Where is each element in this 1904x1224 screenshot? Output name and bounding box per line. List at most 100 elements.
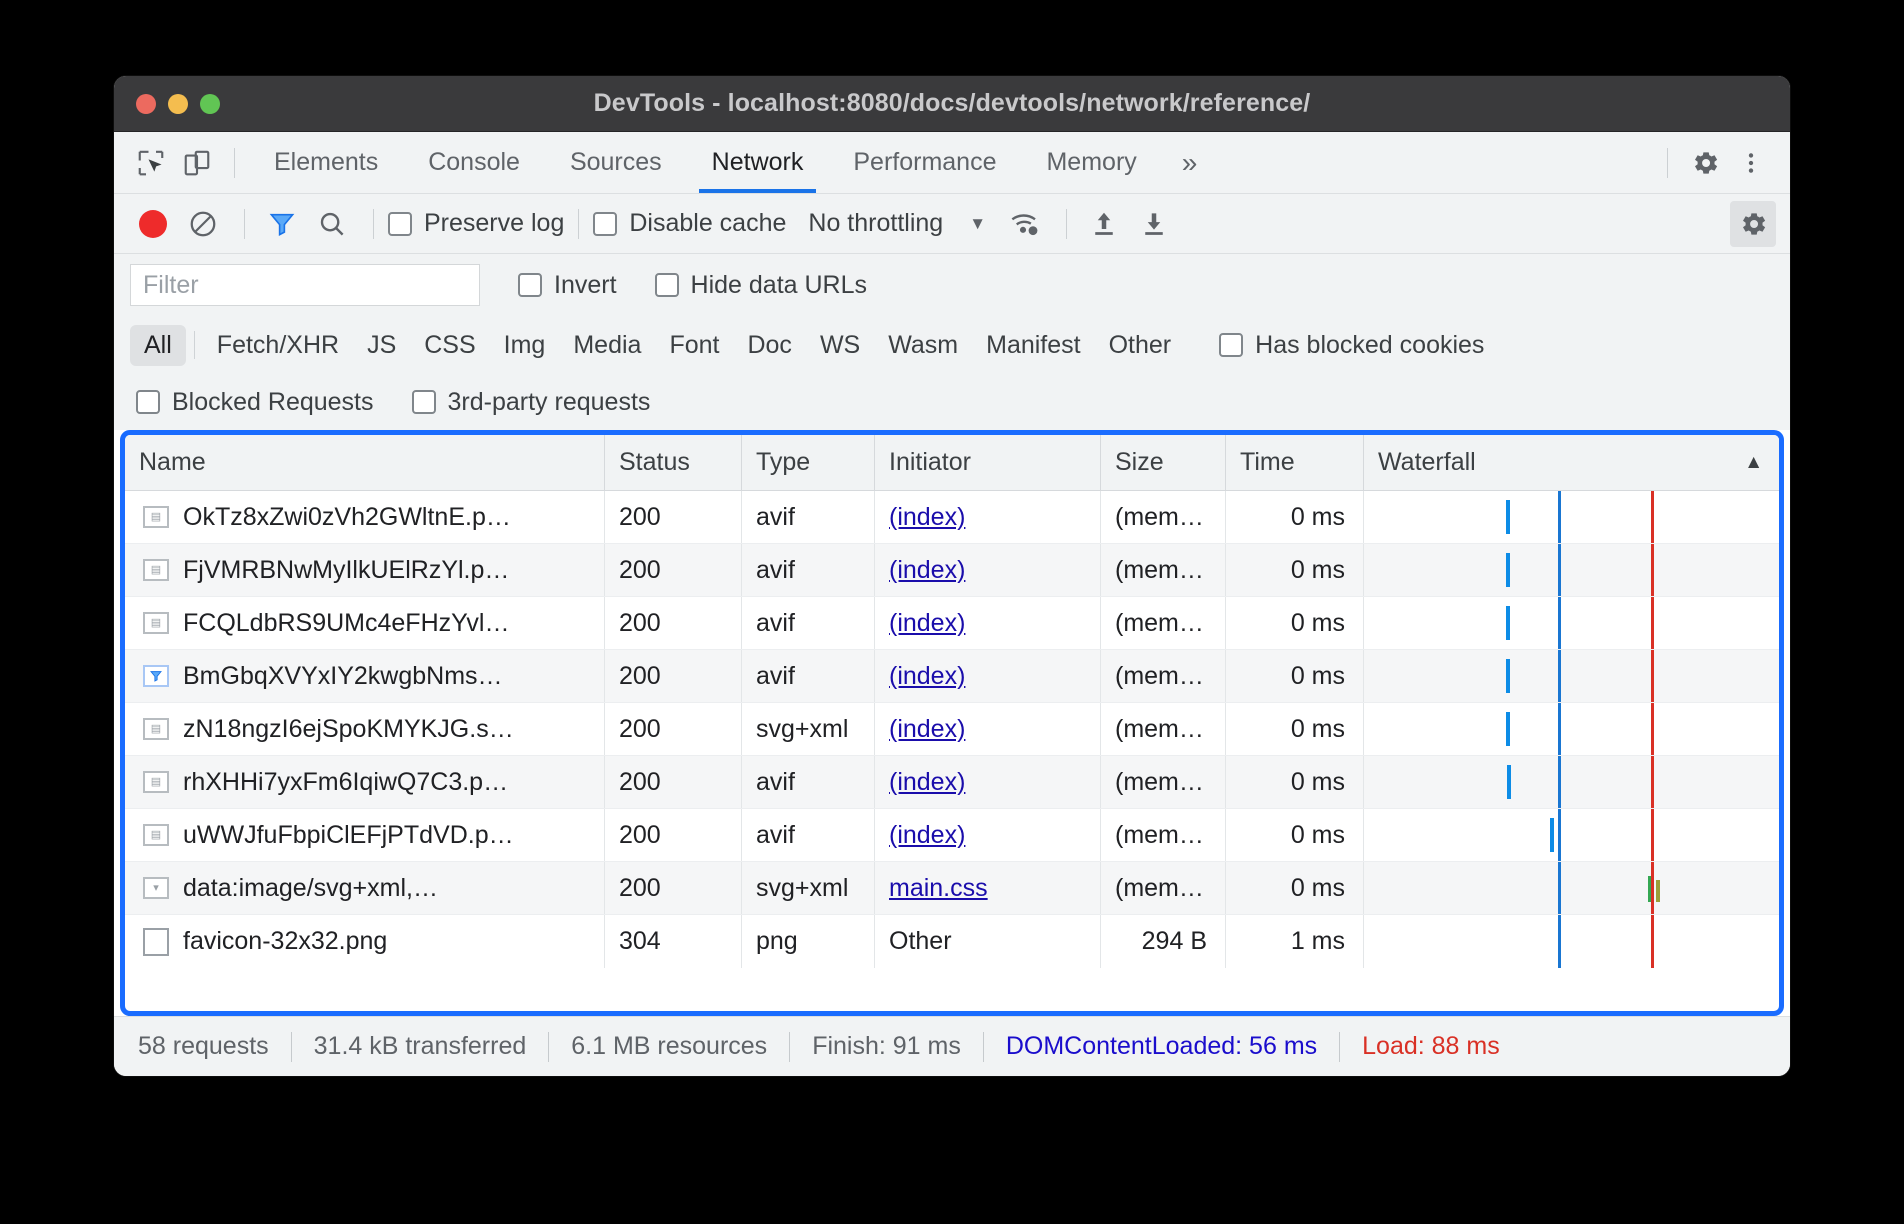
type-filter-ws[interactable]: WS — [806, 325, 874, 366]
more-vertical-icon[interactable] — [1728, 140, 1774, 186]
table-row[interactable]: ▤ rhXHHi7yxFm6IqiwQ7C3.p… 200 avif (inde… — [125, 756, 1779, 809]
type-filter-doc[interactable]: Doc — [733, 325, 805, 366]
cell-name[interactable]: ▾ data:image/svg+xml,… — [125, 862, 605, 914]
cell-name[interactable]: ▤ OkTz8xZwi0zVh2GWltnE.p… — [125, 491, 605, 543]
type-filter-all[interactable]: All — [130, 325, 186, 366]
cell-name[interactable]: ▤ rhXHHi7yxFm6IqiwQ7C3.p… — [125, 756, 605, 808]
close-window-button[interactable] — [136, 94, 156, 114]
clear-icon[interactable] — [180, 201, 226, 247]
initiator-link[interactable]: (index) — [889, 662, 965, 691]
cell-name[interactable]: BmGbqXVYxIY2kwgbNms… — [125, 650, 605, 702]
hide-data-urls-checkbox[interactable]: Hide data URLs — [655, 271, 867, 300]
checkbox-box — [518, 273, 542, 297]
cell-size: (mem… — [1101, 597, 1226, 649]
filter-input[interactable]: Filter — [130, 264, 480, 306]
type-filter-media[interactable]: Media — [559, 325, 655, 366]
table-row[interactable]: ▾ data:image/svg+xml,… 200 svg+xml main.… — [125, 862, 1779, 915]
load-marker — [1651, 544, 1654, 596]
minimize-window-button[interactable] — [168, 94, 188, 114]
checkbox-box — [136, 390, 160, 414]
cell-initiator[interactable]: (index) — [875, 756, 1101, 808]
column-header-type[interactable]: Type — [742, 435, 875, 490]
disable-cache-checkbox[interactable]: Disable cache — [593, 209, 786, 238]
cell-size: (mem… — [1101, 756, 1226, 808]
cell-initiator[interactable]: main.css — [875, 862, 1101, 914]
cell-name[interactable]: ▤ uWWJfuFbpiClEFjPTdVD.p… — [125, 809, 605, 861]
cell-initiator[interactable]: (index) — [875, 597, 1101, 649]
table-row[interactable]: ▤ FCQLdbRS9UMc4eFHzYvl… 200 avif (index)… — [125, 597, 1779, 650]
table-row[interactable]: BmGbqXVYxIY2kwgbNms… 200 avif (index) (m… — [125, 650, 1779, 703]
dcl-marker — [1558, 650, 1561, 702]
initiator-link[interactable]: (index) — [889, 609, 965, 638]
request-name: favicon-32x32.png — [183, 927, 387, 956]
type-filter-other[interactable]: Other — [1095, 325, 1186, 366]
screen-root: DevTools - localhost:8080/docs/devtools/… — [0, 0, 1904, 1224]
record-icon[interactable] — [130, 201, 176, 247]
more-tabs-button[interactable]: » — [1162, 132, 1218, 193]
preserve-log-checkbox[interactable]: Preserve log — [388, 209, 564, 238]
blocked-requests-checkbox[interactable]: Blocked Requests — [136, 388, 374, 417]
cell-initiator[interactable]: (index) — [875, 491, 1101, 543]
cell-status: 200 — [605, 703, 742, 755]
wifi-settings-icon[interactable] — [1002, 201, 1048, 247]
initiator-link[interactable]: (index) — [889, 768, 965, 797]
table-row[interactable]: favicon-32x32.png 304 png Other 294 B 1 … — [125, 915, 1779, 968]
tab-network[interactable]: Network — [687, 132, 829, 193]
inspect-element-icon[interactable] — [128, 140, 174, 186]
column-header-name[interactable]: Name — [125, 435, 605, 490]
type-filter-img[interactable]: Img — [490, 325, 560, 366]
device-toolbar-icon[interactable] — [174, 140, 220, 186]
initiator-link[interactable]: (index) — [889, 556, 965, 585]
type-filter-js[interactable]: JS — [353, 325, 410, 366]
throttling-select[interactable]: No throttling ▼ — [808, 209, 986, 238]
blank-file-icon — [143, 928, 169, 956]
cell-name[interactable]: ▤ FjVMRBNwMyIlkUElRzYl.p… — [125, 544, 605, 596]
third-party-requests-checkbox[interactable]: 3rd-party requests — [412, 388, 651, 417]
initiator-link[interactable]: main.css — [889, 874, 988, 903]
table-row[interactable]: ▤ OkTz8xZwi0zVh2GWltnE.p… 200 avif (inde… — [125, 491, 1779, 544]
type-filter-css[interactable]: CSS — [410, 325, 489, 366]
column-header-waterfall[interactable]: Waterfall ▲ — [1364, 435, 1779, 490]
toolbar-divider — [1066, 209, 1067, 239]
search-icon[interactable] — [309, 201, 355, 247]
table-row[interactable]: ▤ FjVMRBNwMyIlkUElRzYl.p… 200 avif (inde… — [125, 544, 1779, 597]
table-row[interactable]: ▤ zN18ngzI6ejSpoKMYKJG.s… 200 svg+xml (i… — [125, 703, 1779, 756]
cell-initiator[interactable]: (index) — [875, 544, 1101, 596]
column-header-time[interactable]: Time — [1226, 435, 1364, 490]
upload-arrow-icon[interactable] — [1081, 201, 1127, 247]
window-titlebar: DevTools - localhost:8080/docs/devtools/… — [114, 76, 1790, 132]
invert-checkbox[interactable]: Invert — [518, 271, 617, 300]
filter-icon[interactable] — [259, 201, 305, 247]
column-header-size[interactable]: Size — [1101, 435, 1226, 490]
cell-initiator[interactable]: (index) — [875, 650, 1101, 702]
cell-initiator[interactable]: (index) — [875, 703, 1101, 755]
filter-bar: Filter Invert Hide data URLs — [114, 254, 1790, 316]
tab-memory[interactable]: Memory — [1021, 132, 1161, 193]
cell-type: svg+xml — [742, 862, 875, 914]
cell-name[interactable]: ▤ zN18ngzI6ejSpoKMYKJG.s… — [125, 703, 605, 755]
type-filter-fetch-xhr[interactable]: Fetch/XHR — [203, 325, 353, 366]
dcl-marker — [1558, 491, 1561, 543]
type-filter-font[interactable]: Font — [655, 325, 733, 366]
table-row[interactable]: ▤ uWWJfuFbpiClEFjPTdVD.p… 200 avif (inde… — [125, 809, 1779, 862]
cell-name[interactable]: favicon-32x32.png — [125, 915, 605, 968]
column-header-initiator[interactable]: Initiator — [875, 435, 1101, 490]
initiator-link[interactable]: (index) — [889, 503, 965, 532]
initiator-link[interactable]: (index) — [889, 821, 965, 850]
network-settings-gear-icon[interactable] — [1730, 201, 1776, 247]
column-header-status[interactable]: Status — [605, 435, 742, 490]
gear-icon[interactable] — [1682, 140, 1728, 186]
cell-initiator[interactable]: (index) — [875, 809, 1101, 861]
tab-sources[interactable]: Sources — [545, 132, 687, 193]
tab-console[interactable]: Console — [403, 132, 545, 193]
tab-elements[interactable]: Elements — [249, 132, 403, 193]
maximize-window-button[interactable] — [200, 94, 220, 114]
type-filter-manifest[interactable]: Manifest — [972, 325, 1094, 366]
has-blocked-cookies-checkbox[interactable]: Has blocked cookies — [1219, 331, 1484, 360]
initiator-link[interactable]: (index) — [889, 715, 965, 744]
tab-performance[interactable]: Performance — [828, 132, 1021, 193]
type-filter-bar: All Fetch/XHR JS CSS Img Media Font Doc … — [114, 316, 1790, 374]
type-filter-wasm[interactable]: Wasm — [874, 325, 972, 366]
cell-name[interactable]: ▤ FCQLdbRS9UMc4eFHzYvl… — [125, 597, 605, 649]
download-arrow-icon[interactable] — [1131, 201, 1177, 247]
